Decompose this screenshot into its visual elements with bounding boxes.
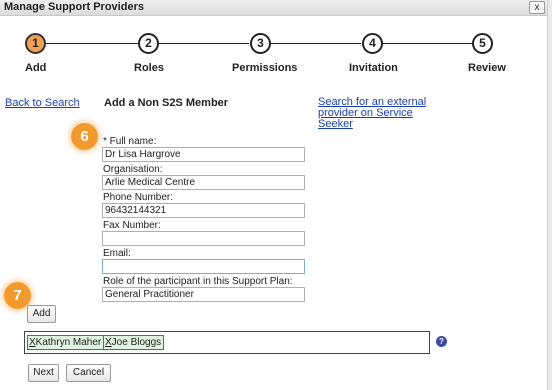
organisation-label: Organisation: [103, 164, 163, 175]
next-button[interactable]: Next [28, 364, 59, 382]
wizard-step-label-roles: Roles [134, 62, 164, 74]
wizard-step-label-add: Add [25, 62, 47, 74]
member-chip: XKathryn Maher [27, 335, 105, 350]
close-button[interactable]: x [529, 1, 545, 14]
wizard-connector [271, 43, 361, 44]
wizard-step-label-review: Review [468, 62, 506, 74]
window-edge [547, 0, 552, 390]
service-seeker-link[interactable]: Search for an external provider on Servi… [318, 97, 448, 130]
cancel-button[interactable]: Cancel [66, 364, 111, 382]
phone-input[interactable] [102, 203, 305, 218]
organisation-input[interactable] [102, 175, 305, 190]
full-name-input[interactable] [102, 147, 305, 162]
role-input[interactable] [102, 287, 305, 302]
full-name-label: * Full name: [103, 136, 157, 147]
member-name: Joe Bloggs [111, 337, 162, 348]
email-label: Email: [103, 248, 131, 259]
back-to-search-link[interactable]: Back to Search [5, 97, 80, 109]
member-chip: XJoe Bloggs [103, 335, 165, 350]
wizard-step-2: 2 [138, 33, 159, 54]
wizard-step-1: 1 [25, 33, 46, 54]
dialog-titlebar: Manage Support Providers x [0, 0, 547, 16]
help-icon[interactable]: ? [436, 336, 447, 347]
dialog-title: Manage Support Providers [4, 1, 144, 13]
section-title: Add a Non S2S Member [104, 97, 229, 109]
wizard-connector [45, 43, 140, 44]
wizard-step-5: 5 [472, 33, 493, 54]
selected-members-box[interactable]: XKathryn Maher XJoe Bloggs [24, 331, 430, 354]
wizard-step-label-invitation: Invitation [349, 62, 398, 74]
role-label: Role of the participant in this Support … [103, 276, 293, 287]
fax-input[interactable] [102, 231, 305, 246]
wizard-step-3: 3 [250, 33, 271, 54]
remove-member-icon[interactable]: X [105, 337, 112, 348]
wizard-step-4: 4 [362, 33, 383, 54]
wizard-connector [383, 43, 472, 44]
fax-label: Fax Number: [103, 220, 161, 231]
phone-label: Phone Number: [103, 192, 174, 203]
email-input[interactable] [102, 259, 305, 274]
member-name: Kathryn Maher [35, 337, 102, 348]
add-button[interactable]: Add [27, 305, 56, 323]
wizard-step-label-permissions: Permissions [232, 62, 298, 74]
wizard-connector [158, 43, 249, 44]
remove-member-icon[interactable]: X [29, 337, 36, 348]
callout-badge-6: 6 [71, 123, 98, 150]
